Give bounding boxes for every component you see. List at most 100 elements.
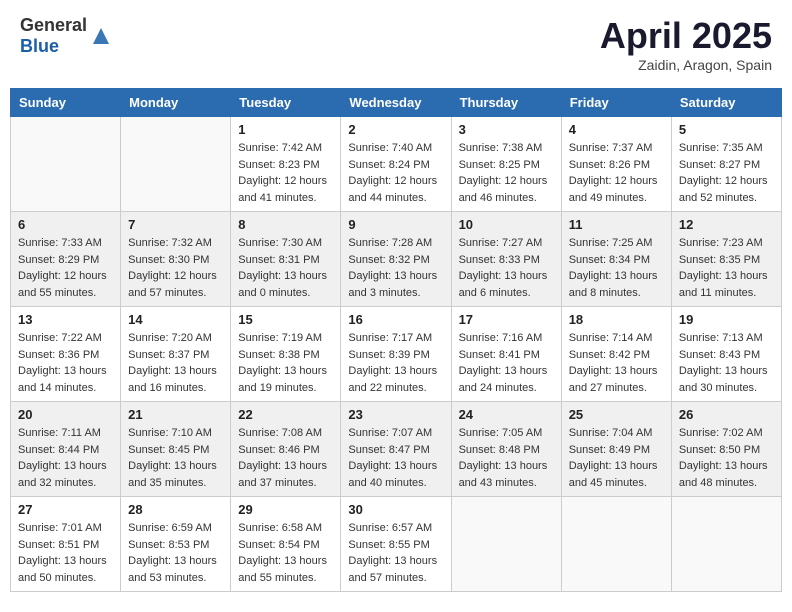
- calendar-day-cell: 27 Sunrise: 7:01 AM Sunset: 8:51 PM Dayli…: [11, 497, 121, 592]
- day-info: Sunrise: 7:01 AM Sunset: 8:51 PM Dayligh…: [18, 520, 113, 586]
- day-number: 15: [238, 312, 333, 327]
- day-number: 7: [128, 217, 223, 232]
- calendar-week-row: 1Sunrise: 7:42 AM Sunset: 8:23 PM Daylig…: [11, 117, 782, 212]
- day-number: 4: [569, 122, 664, 137]
- day-info: Sunrise: 6:58 AM Sunset: 8:54 PM Dayligh…: [238, 520, 333, 586]
- day-number: 3: [459, 122, 554, 137]
- day-number: 2: [348, 122, 443, 137]
- header: General Blue April 2025 Zaidin, Aragon, …: [10, 10, 782, 78]
- calendar-day-cell: 16Sunrise: 7:17 AM Sunset: 8:39 PM Dayli…: [341, 307, 451, 402]
- logo-text: General Blue: [20, 15, 87, 57]
- day-number: 30: [348, 502, 443, 517]
- calendar-day-cell: [451, 497, 561, 592]
- calendar-week-row: 27 Sunrise: 7:01 AM Sunset: 8:51 PM Dayli…: [11, 497, 782, 592]
- day-number: 19: [679, 312, 774, 327]
- day-number: 24: [459, 407, 554, 422]
- day-info: Sunrise: 7:25 AM Sunset: 8:34 PM Dayligh…: [569, 235, 664, 301]
- calendar-day-cell: 29 Sunrise: 6:58 AM Sunset: 8:54 PM Dayli…: [231, 497, 341, 592]
- day-number: 9: [348, 217, 443, 232]
- month-title: April 2025: [600, 15, 772, 57]
- day-number: 13: [18, 312, 113, 327]
- calendar-table: SundayMondayTuesdayWednesdayThursdayFrid…: [10, 88, 782, 592]
- calendar-header-row: SundayMondayTuesdayWednesdayThursdayFrid…: [11, 89, 782, 117]
- calendar-day-cell: [121, 117, 231, 212]
- day-number: 17: [459, 312, 554, 327]
- location-title: Zaidin, Aragon, Spain: [600, 57, 772, 73]
- day-info: Sunrise: 7:16 AM Sunset: 8:41 PM Dayligh…: [459, 330, 554, 396]
- calendar-day-cell: 3 Sunrise: 7:38 AM Sunset: 8:25 PM Daylig…: [451, 117, 561, 212]
- logo: General Blue: [20, 15, 111, 57]
- calendar-day-cell: 7 Sunrise: 7:32 AM Sunset: 8:30 PM Daylig…: [121, 212, 231, 307]
- day-number: 10: [459, 217, 554, 232]
- calendar-week-row: 13 Sunrise: 7:22 AM Sunset: 8:36 PM Dayli…: [11, 307, 782, 402]
- day-number: 1: [238, 122, 333, 137]
- calendar-day-cell: 28 Sunrise: 6:59 AM Sunset: 8:53 PM Dayli…: [121, 497, 231, 592]
- day-info: Sunrise: 7:11 AM Sunset: 8:44 PM Dayligh…: [18, 425, 113, 491]
- calendar-day-cell: 26 Sunrise: 7:02 AM Sunset: 8:50 PM Dayli…: [671, 402, 781, 497]
- day-info: Sunrise: 7:05 AM Sunset: 8:48 PM Dayligh…: [459, 425, 554, 491]
- day-info: Sunrise: 7:02 AM Sunset: 8:50 PM Dayligh…: [679, 425, 774, 491]
- calendar-day-cell: 30 Sunrise: 6:57 AM Sunset: 8:55 PM Dayli…: [341, 497, 451, 592]
- calendar-day-cell: 18 Sunrise: 7:14 AM Sunset: 8:42 PM Dayli…: [561, 307, 671, 402]
- calendar-day-cell: 12 Sunrise: 7:23 AM Sunset: 8:35 PM Dayli…: [671, 212, 781, 307]
- calendar-day-cell: 6Sunrise: 7:33 AM Sunset: 8:29 PM Daylig…: [11, 212, 121, 307]
- day-number: 5: [679, 122, 774, 137]
- day-number: 12: [679, 217, 774, 232]
- day-number: 18: [569, 312, 664, 327]
- calendar-day-cell: 22 Sunrise: 7:08 AM Sunset: 8:46 PM Dayli…: [231, 402, 341, 497]
- calendar-day-cell: 17 Sunrise: 7:16 AM Sunset: 8:41 PM Dayli…: [451, 307, 561, 402]
- day-number: 8: [238, 217, 333, 232]
- weekday-header: Monday: [121, 89, 231, 117]
- calendar-day-cell: 1Sunrise: 7:42 AM Sunset: 8:23 PM Daylig…: [231, 117, 341, 212]
- weekday-header: Friday: [561, 89, 671, 117]
- day-number: 28: [128, 502, 223, 517]
- calendar-day-cell: 15 Sunrise: 7:19 AM Sunset: 8:38 PM Dayli…: [231, 307, 341, 402]
- day-info: Sunrise: 6:57 AM Sunset: 8:55 PM Dayligh…: [348, 520, 443, 586]
- day-info: Sunrise: 7:30 AM Sunset: 8:31 PM Dayligh…: [238, 235, 333, 301]
- weekday-header: Tuesday: [231, 89, 341, 117]
- calendar-week-row: 6Sunrise: 7:33 AM Sunset: 8:29 PM Daylig…: [11, 212, 782, 307]
- calendar-day-cell: [11, 117, 121, 212]
- calendar-day-cell: 5 Sunrise: 7:35 AM Sunset: 8:27 PM Daylig…: [671, 117, 781, 212]
- day-number: 21: [128, 407, 223, 422]
- day-number: 23: [348, 407, 443, 422]
- calendar-day-cell: 14 Sunrise: 7:20 AM Sunset: 8:37 PM Dayli…: [121, 307, 231, 402]
- day-info: Sunrise: 7:23 AM Sunset: 8:35 PM Dayligh…: [679, 235, 774, 301]
- calendar-day-cell: 24 Sunrise: 7:05 AM Sunset: 8:48 PM Dayli…: [451, 402, 561, 497]
- day-number: 27: [18, 502, 113, 517]
- day-info: Sunrise: 7:22 AM Sunset: 8:36 PM Dayligh…: [18, 330, 113, 396]
- calendar-day-cell: 19 Sunrise: 7:13 AM Sunset: 8:43 PM Dayli…: [671, 307, 781, 402]
- day-info: Sunrise: 7:37 AM Sunset: 8:26 PM Dayligh…: [569, 140, 664, 206]
- day-info: Sunrise: 7:19 AM Sunset: 8:38 PM Dayligh…: [238, 330, 333, 396]
- logo-blue: Blue: [20, 36, 59, 56]
- weekday-header: Thursday: [451, 89, 561, 117]
- day-info: Sunrise: 7:20 AM Sunset: 8:37 PM Dayligh…: [128, 330, 223, 396]
- calendar-day-cell: 10 Sunrise: 7:27 AM Sunset: 8:33 PM Dayli…: [451, 212, 561, 307]
- day-number: 29: [238, 502, 333, 517]
- logo-general: General: [20, 15, 87, 35]
- day-info: Sunrise: 7:38 AM Sunset: 8:25 PM Dayligh…: [459, 140, 554, 206]
- calendar-day-cell: 20 Sunrise: 7:11 AM Sunset: 8:44 PM Dayli…: [11, 402, 121, 497]
- day-info: Sunrise: 7:28 AM Sunset: 8:32 PM Dayligh…: [348, 235, 443, 301]
- weekday-header: Saturday: [671, 89, 781, 117]
- day-info: Sunrise: 7:07 AM Sunset: 8:47 PM Dayligh…: [348, 425, 443, 491]
- day-number: 26: [679, 407, 774, 422]
- day-info: Sunrise: 7:40 AM Sunset: 8:24 PM Dayligh…: [348, 140, 443, 206]
- weekday-header: Wednesday: [341, 89, 451, 117]
- day-info: Sunrise: 7:35 AM Sunset: 8:27 PM Dayligh…: [679, 140, 774, 206]
- calendar-day-cell: 8 Sunrise: 7:30 AM Sunset: 8:31 PM Daylig…: [231, 212, 341, 307]
- day-info: Sunrise: 7:32 AM Sunset: 8:30 PM Dayligh…: [128, 235, 223, 301]
- day-info: Sunrise: 7:08 AM Sunset: 8:46 PM Dayligh…: [238, 425, 333, 491]
- day-info: Sunrise: 7:13 AM Sunset: 8:43 PM Dayligh…: [679, 330, 774, 396]
- day-info: Sunrise: 7:27 AM Sunset: 8:33 PM Dayligh…: [459, 235, 554, 301]
- weekday-header: Sunday: [11, 89, 121, 117]
- day-number: 20: [18, 407, 113, 422]
- title-area: April 2025 Zaidin, Aragon, Spain: [600, 15, 772, 73]
- day-number: 25: [569, 407, 664, 422]
- day-number: 14: [128, 312, 223, 327]
- day-info: Sunrise: 7:33 AM Sunset: 8:29 PM Dayligh…: [18, 235, 113, 301]
- calendar-day-cell: 21Sunrise: 7:10 AM Sunset: 8:45 PM Dayli…: [121, 402, 231, 497]
- day-info: Sunrise: 6:59 AM Sunset: 8:53 PM Dayligh…: [128, 520, 223, 586]
- day-info: Sunrise: 7:14 AM Sunset: 8:42 PM Dayligh…: [569, 330, 664, 396]
- day-number: 22: [238, 407, 333, 422]
